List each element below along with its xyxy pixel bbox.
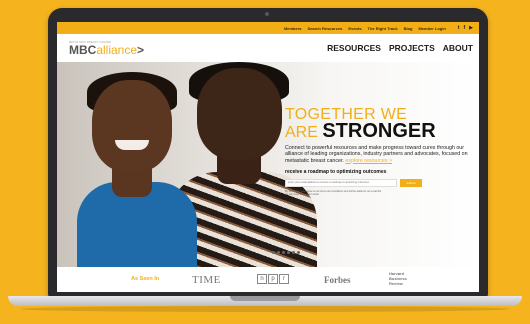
laptop-lid: Members Search Resources Events The Righ…: [48, 8, 488, 298]
nav-link-search-resources[interactable]: Search Resources: [308, 26, 343, 31]
hero-section: TOGETHER WE ARE STRONGER Connect to powe…: [57, 62, 479, 267]
logo-prefix: MBC: [69, 42, 97, 57]
facebook-icon[interactable]: f: [463, 25, 465, 31]
nav-link-member-login[interactable]: Member Login: [418, 26, 445, 31]
carousel-dot[interactable]: [292, 251, 295, 254]
carousel-dot[interactable]: [287, 251, 290, 254]
roadmap-form: submit: [285, 178, 475, 187]
hero-title-line2: ARE STRONGER: [285, 120, 475, 142]
main-nav-resources[interactable]: RESOURCES: [327, 43, 381, 53]
carousel-dots: [272, 251, 300, 254]
hero-photo-woman-left-face: [92, 80, 172, 172]
twitter-icon[interactable]: t: [458, 25, 460, 31]
site-header: METASTATIC BREAST CANCER MBCalliance> RE…: [57, 34, 479, 62]
nav-link-members[interactable]: Members: [284, 26, 302, 31]
carousel-dot[interactable]: [272, 251, 275, 254]
logo-chevron-icon: >: [137, 42, 145, 57]
logo-wordmark: MBCalliance>: [69, 44, 144, 56]
social-links: t f ▶: [458, 25, 473, 31]
time-logo: TIME: [192, 274, 221, 286]
hero-copy: TOGETHER WE ARE STRONGER Connect to powe…: [285, 107, 475, 196]
submit-button[interactable]: submit: [400, 178, 422, 187]
webcam-icon: [265, 12, 269, 16]
logo-suffix: alliance: [96, 42, 138, 57]
email-input[interactable]: [285, 178, 397, 187]
forbes-logo: Forbes: [324, 275, 351, 285]
as-seen-in-label: As Seen In: [131, 276, 160, 282]
nav-link-events[interactable]: Events: [348, 26, 361, 31]
form-disclaimer: By submitting, you agree to our terms an…: [285, 189, 382, 197]
hero-photo-smile: [115, 140, 149, 150]
nav-link-blog[interactable]: Blog: [404, 26, 413, 31]
main-nav: RESOURCES PROJECTS ABOUT: [327, 43, 473, 53]
site-logo[interactable]: METASTATIC BREAST CANCER MBCalliance>: [69, 41, 144, 56]
laptop-opening-notch: [230, 296, 300, 301]
carousel-dot[interactable]: [277, 251, 280, 254]
youtube-icon[interactable]: ▶: [469, 25, 473, 31]
hbr-logo: Harvard Business Review: [389, 271, 407, 286]
laptop-screen: Members Search Resources Events The Righ…: [57, 22, 479, 292]
hero-photo-woman-right-face: [197, 68, 282, 160]
hero-title-are: ARE: [285, 124, 323, 141]
npr-letter: n: [257, 274, 267, 284]
top-utility-bar: Members Search Resources Events The Righ…: [57, 22, 479, 34]
laptop-shadow: [20, 306, 510, 312]
main-nav-about[interactable]: ABOUT: [443, 43, 473, 53]
carousel-dot[interactable]: [297, 251, 300, 254]
npr-letter: r: [279, 274, 289, 284]
nav-link-right-track[interactable]: The Right Track: [368, 26, 398, 31]
hbr-line: Review: [389, 280, 403, 286]
npr-letter: p: [268, 274, 278, 284]
hero-description: Connect to powerful resources and make p…: [285, 145, 475, 164]
carousel-dot[interactable]: [282, 251, 285, 254]
roadmap-heading: receive a roadmap to optimizing outcomes: [285, 168, 387, 175]
as-seen-in-strip: As Seen In TIME n p r Forbes Harvard Bus…: [57, 267, 479, 292]
npr-logo: n p r: [257, 274, 289, 284]
main-nav-projects[interactable]: PROJECTS: [389, 43, 435, 53]
hero-title-stronger: STRONGER: [322, 120, 436, 142]
explore-resources-link[interactable]: explore resources >: [345, 158, 392, 164]
